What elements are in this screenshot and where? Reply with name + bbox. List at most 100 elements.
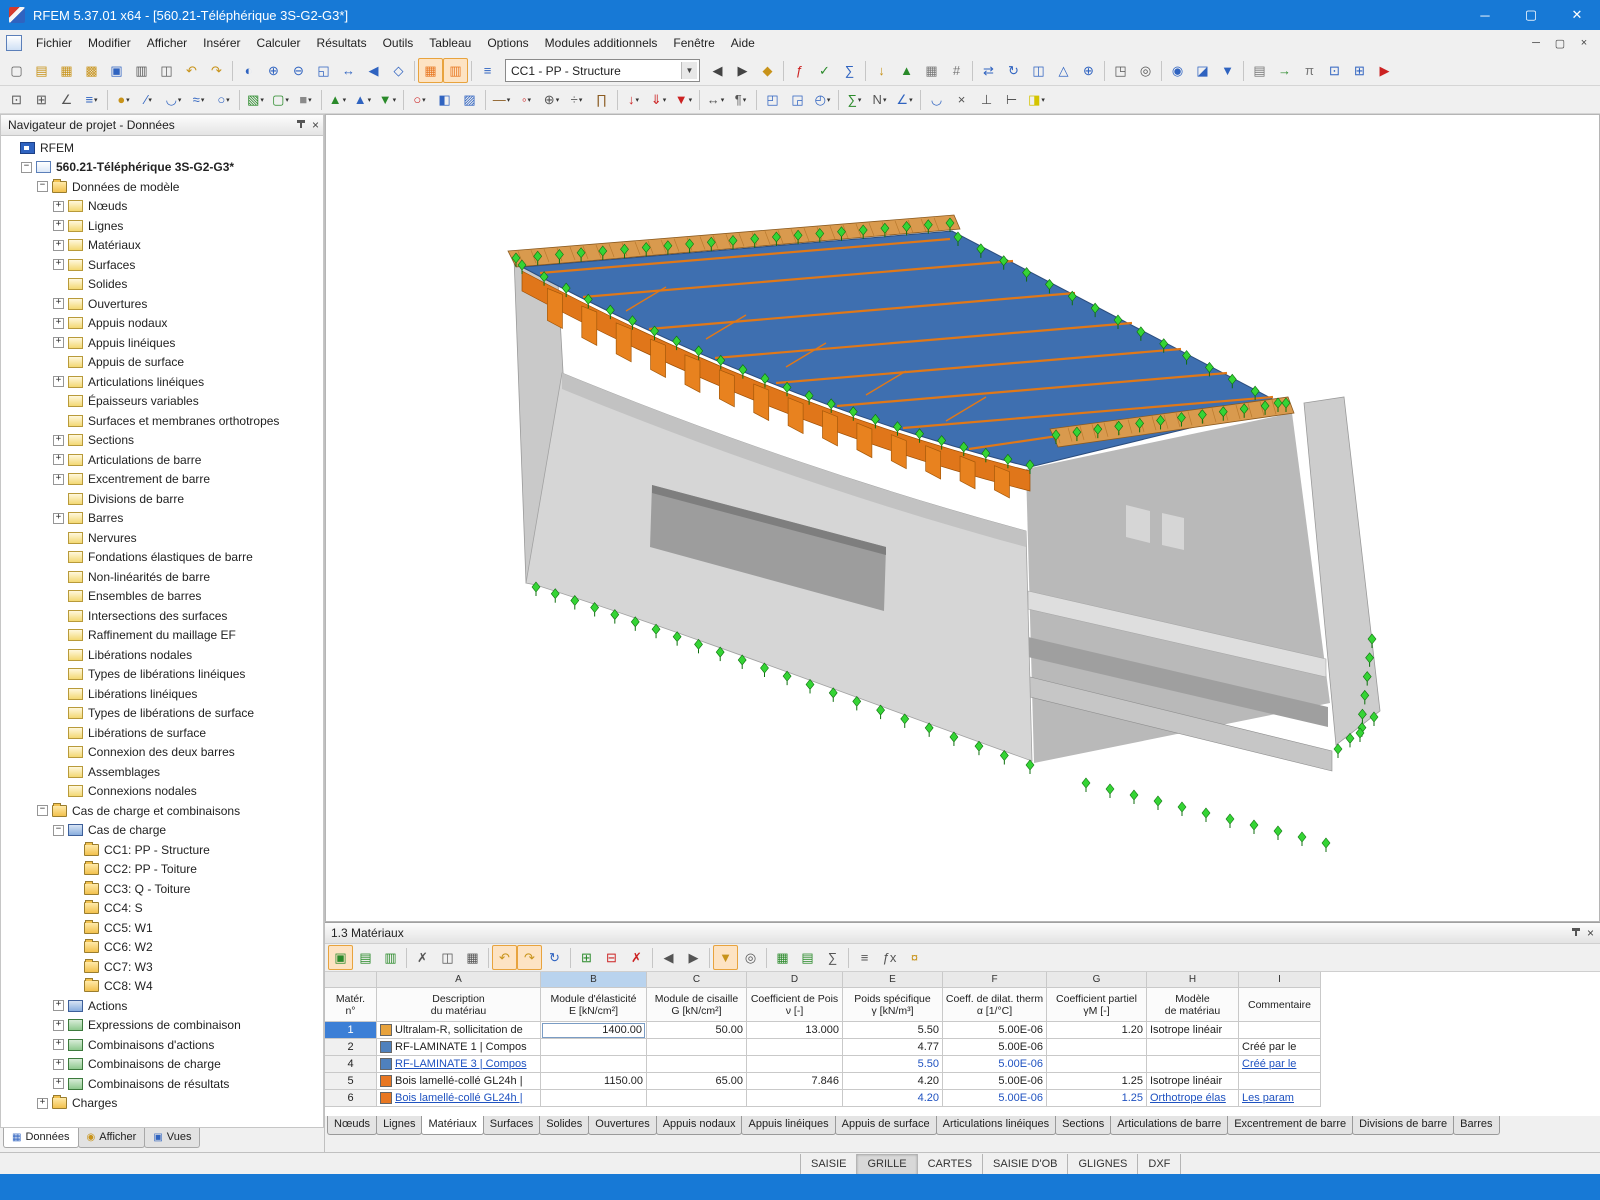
tree-expander-icon[interactable]: + — [37, 1098, 48, 1109]
cell-c-row4[interactable] — [647, 1056, 747, 1073]
menu-aide[interactable]: Aide — [723, 31, 763, 55]
tree-item-combinaisons-d-actions[interactable]: +Combinaisons d'actions — [1, 1035, 323, 1055]
tree-expander-icon[interactable]: − — [21, 162, 32, 173]
cell-c-row5[interactable]: 65.00 — [647, 1073, 747, 1090]
visibility-by-window-button[interactable]: ◰ — [760, 87, 785, 112]
sheet-tab-divisions-de-barre[interactable]: Divisions de barre — [1352, 1116, 1454, 1135]
member-eccentricity-button[interactable]: ⊕▾ — [539, 87, 564, 112]
open-model-button[interactable]: ▤ — [29, 58, 54, 83]
tree-item-expressions-de-combinaison[interactable]: +Expressions de combinaison — [1, 1016, 323, 1036]
tree-expander-icon[interactable]: + — [53, 474, 64, 485]
maximize-button[interactable]: ▢ — [1508, 0, 1554, 30]
cell-b-row5[interactable]: 1150.00 — [541, 1073, 647, 1090]
tree-item-ensembles-de-barres[interactable]: +Ensembles de barres — [1, 587, 323, 607]
undo-button[interactable]: ↶ — [179, 58, 204, 83]
table-print-button[interactable]: ▥ — [378, 945, 403, 970]
cell-g-row1[interactable]: 1.20 — [1047, 1022, 1147, 1039]
tree-expander-icon[interactable]: + — [53, 318, 64, 329]
clipping-plane-button[interactable]: ◪ — [1190, 58, 1215, 83]
status-toggle-saisie[interactable]: SAISIE — [800, 1154, 857, 1174]
new-node-button[interactable]: ●▾ — [111, 87, 136, 112]
new-circle-button[interactable]: ○▾ — [211, 87, 236, 112]
rotate-button[interactable]: ↻ — [1001, 58, 1026, 83]
table-filter-button[interactable]: ▼ — [713, 945, 738, 970]
project-manager-button[interactable]: ▦ — [54, 58, 79, 83]
new-spline-button[interactable]: ≈▾ — [186, 87, 211, 112]
column-letter-C[interactable]: C — [647, 972, 747, 988]
mdi-close-button[interactable]: × — [1572, 33, 1596, 53]
row-number-cell[interactable]: 4 — [325, 1056, 377, 1073]
tree-item-sections[interactable]: +Sections — [1, 431, 323, 451]
cell-d-row2[interactable] — [747, 1039, 843, 1056]
tree-item-surfaces[interactable]: +Surfaces — [1, 255, 323, 275]
close-button[interactable]: ✕ — [1554, 0, 1600, 30]
print-button[interactable]: ▥ — [129, 58, 154, 83]
show-loads-button[interactable]: ↓ — [869, 58, 894, 83]
sheet-tab-solides[interactable]: Solides — [539, 1116, 589, 1135]
cell-i-row1[interactable] — [1239, 1022, 1321, 1039]
tree-item-cc7-w3[interactable]: +CC7: W3 — [1, 957, 323, 977]
cell-e-row2[interactable]: 4.77 — [843, 1039, 943, 1056]
background-color-button[interactable]: ◨▾ — [1024, 87, 1049, 112]
mdi-minimize-button[interactable]: ─ — [1524, 33, 1548, 53]
ortho-button[interactable]: ∠ — [54, 87, 79, 112]
cell-b-row6[interactable] — [541, 1090, 647, 1107]
row-number-cell[interactable]: 1 — [325, 1022, 377, 1039]
new-model-button[interactable]: ▢ — [4, 58, 29, 83]
table-paste-button[interactable]: ▦ — [460, 945, 485, 970]
viewport-3d[interactable] — [325, 114, 1600, 922]
tree-expander-icon[interactable]: + — [53, 376, 64, 387]
tree-item-liberations-de-surface[interactable]: +Libérations de surface — [1, 723, 323, 743]
round-corner-button[interactable]: ◡ — [924, 87, 949, 112]
tree-item-surfaces-et-membranes-orthotropes[interactable]: +Surfaces et membranes orthotropes — [1, 411, 323, 431]
insert-row-button[interactable]: ⊞ — [574, 945, 599, 970]
tree-item-charges[interactable]: +Charges — [1, 1094, 323, 1114]
navigator-tab-donnees[interactable]: ▦Données — [3, 1128, 79, 1148]
table-refresh-button[interactable]: ↻ — [542, 945, 567, 970]
zoom-out-button[interactable]: ⊖ — [286, 58, 311, 83]
default-values-button[interactable]: ¤ — [902, 945, 927, 970]
user-defined-visibility-button[interactable]: ◴▾ — [810, 87, 835, 112]
tree-expander-icon[interactable]: + — [53, 298, 64, 309]
cell-h-row6[interactable]: Orthotrope élas — [1147, 1090, 1239, 1107]
trim-button[interactable]: ⊥ — [974, 87, 999, 112]
table-view-mode-button[interactable]: ▤ — [353, 945, 378, 970]
cell-g-row5[interactable]: 1.25 — [1047, 1073, 1147, 1090]
display-properties-button[interactable]: ⊡ — [1322, 58, 1347, 83]
units-settings-button[interactable]: π — [1297, 58, 1322, 83]
surface-support-button[interactable]: ▼▾ — [375, 87, 400, 112]
tree-item-fondations-elastiques-de-barre[interactable]: +Fondations élastiques de barre — [1, 548, 323, 568]
tree-item-excentrement-de-barre[interactable]: +Excentrement de barre — [1, 470, 323, 490]
jump-first-button[interactable]: ◀ — [656, 945, 681, 970]
menu-tableau[interactable]: Tableau — [421, 31, 479, 55]
menu-inserer[interactable]: Insérer — [195, 31, 248, 55]
tree-expander-icon[interactable]: + — [53, 435, 64, 446]
calculator-button[interactable]: ∑ — [820, 945, 845, 970]
menu-calculer[interactable]: Calculer — [249, 31, 309, 55]
cell-i-row2[interactable]: Créé par le — [1239, 1039, 1321, 1056]
navigator-tab-afficher[interactable]: ◉Afficher — [78, 1128, 146, 1148]
tree-item-non-linearites-de-barre[interactable]: +Non-linéarités de barre — [1, 567, 323, 587]
sheet-tab-barres[interactable]: Barres — [1453, 1116, 1499, 1135]
export-button[interactable]: → — [1272, 58, 1297, 83]
tree-expander-icon[interactable]: + — [53, 1078, 64, 1089]
clear-table-button[interactable]: ✗ — [624, 945, 649, 970]
menu-modules-additionnels[interactable]: Modules additionnels — [537, 31, 666, 55]
cell-h-row4[interactable] — [1147, 1056, 1239, 1073]
new-arc-button[interactable]: ◡▾ — [161, 87, 186, 112]
renumber-button[interactable]: N▾ — [867, 87, 892, 112]
cell-d-row1[interactable]: 13.000 — [747, 1022, 843, 1039]
tree-item-nervures[interactable]: +Nervures — [1, 528, 323, 548]
generate-loads-button[interactable]: ∑▾ — [842, 87, 867, 112]
tree-item-types-de-liberations-lineiques[interactable]: +Types de libérations linéiques — [1, 665, 323, 685]
tree-expander-icon[interactable]: + — [53, 1000, 64, 1011]
measure-button[interactable]: ∠▾ — [892, 87, 917, 112]
delete-row-button[interactable]: ⊟ — [599, 945, 624, 970]
sheet-tab-n-uds[interactable]: Nœuds — [327, 1116, 377, 1135]
cell-f-row6[interactable]: 5.00E-06 — [943, 1090, 1047, 1107]
zoom-in-button[interactable]: ⊕ — [261, 58, 286, 83]
sheet-tab-appuis-lineiques[interactable]: Appuis linéiques — [741, 1116, 835, 1135]
tree-item-liberations-lineiques[interactable]: +Libérations linéiques — [1, 684, 323, 704]
sheet-tab-articulations-de-barre[interactable]: Articulations de barre — [1110, 1116, 1228, 1135]
cell-c-row1[interactable]: 50.00 — [647, 1022, 747, 1039]
